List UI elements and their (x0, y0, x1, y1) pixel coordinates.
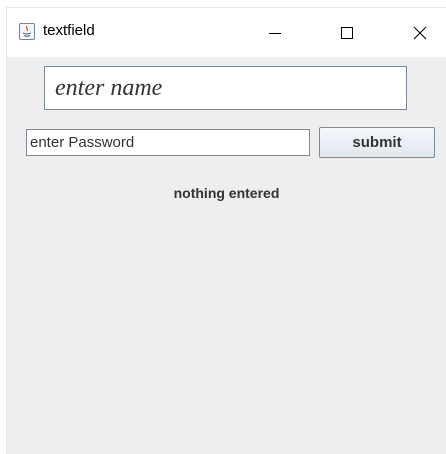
minimize-button[interactable] (252, 8, 298, 57)
status-label: nothing entered (173, 185, 280, 201)
title-bar[interactable]: textfield (7, 8, 446, 57)
maximize-icon (341, 26, 353, 39)
password-input[interactable] (26, 129, 310, 156)
close-icon (413, 26, 427, 39)
close-button[interactable] (397, 8, 443, 57)
maximize-button[interactable] (324, 8, 370, 57)
name-input[interactable] (44, 66, 407, 110)
minimize-icon (269, 32, 281, 34)
app-window: textfield submit nothing entered (7, 8, 446, 454)
window-title: textfield (43, 22, 95, 39)
content-panel: submit nothing entered (7, 57, 446, 454)
submit-button[interactable]: submit (319, 127, 435, 158)
java-app-icon[interactable] (19, 23, 35, 40)
